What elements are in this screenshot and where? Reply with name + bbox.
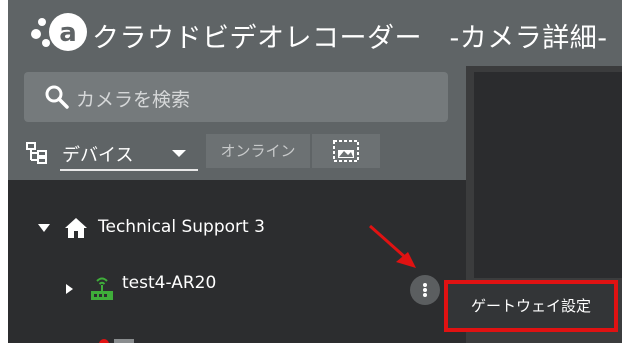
view-select-value: デバイス (62, 145, 134, 166)
app-window: a クラウドビデオレコーダー -カメラ詳細- カメラを検索 デバイス オンライン… (8, 0, 622, 343)
gateway-settings-menu-item[interactable]: ゲートウェイ設定 (448, 284, 614, 328)
device-tree-icon[interactable] (26, 142, 48, 164)
cloud-logo-icon: a (31, 13, 87, 51)
tree-node-label[interactable]: Technical Support 3 (98, 217, 265, 237)
more-options-button[interactable] (410, 275, 440, 305)
chevron-down-icon[interactable] (172, 150, 186, 157)
online-filter-button[interactable]: オンライン (206, 134, 310, 168)
collapse-caret-icon[interactable] (66, 284, 73, 294)
search-placeholder: カメラを検索 (76, 89, 191, 111)
tree-node-label[interactable]: test4-AR20 (122, 273, 216, 293)
partial-tree-row (99, 339, 134, 343)
expand-caret-icon[interactable] (38, 224, 50, 232)
home-icon (65, 218, 87, 238)
image-view-button[interactable] (312, 134, 380, 168)
svg-text:a: a (59, 18, 77, 48)
camera-preview (474, 72, 622, 278)
more-vert-icon (423, 283, 427, 287)
page-title: クラウドビデオレコーダー -カメラ詳細- (92, 23, 608, 54)
context-menu: ゲートウェイ設定 (444, 280, 618, 332)
image-frame-icon (333, 140, 359, 162)
search-icon (45, 85, 69, 109)
red-arrow-icon (369, 224, 416, 268)
gateway-icon (91, 277, 113, 300)
title-bar: a クラウドビデオレコーダー -カメラ詳細- (8, 0, 622, 66)
